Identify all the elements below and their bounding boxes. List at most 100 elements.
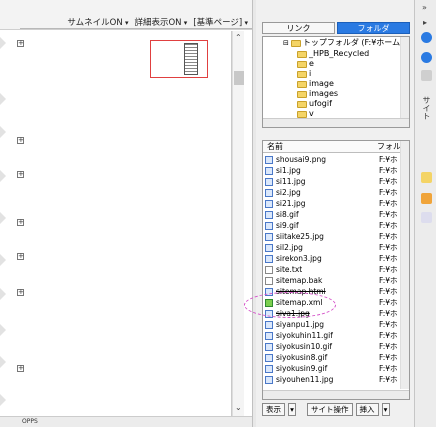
file-row[interactable]: shousai9.png F:¥ホ bbox=[265, 155, 399, 165]
expand-icon[interactable]: + bbox=[17, 137, 24, 144]
tree-item-label: ufogif bbox=[309, 99, 332, 108]
view-options-bar: サムネイルON 詳細表示ON [基準ページ] bbox=[20, 15, 252, 29]
help-icon[interactable] bbox=[421, 32, 432, 43]
row-marker bbox=[0, 394, 6, 406]
file-name: siyokusin8.gif bbox=[276, 353, 328, 362]
tree-item[interactable]: images bbox=[297, 89, 338, 99]
file-icon bbox=[265, 222, 273, 230]
view-button[interactable]: 表示 bbox=[262, 403, 285, 416]
insert-dropdown-button[interactable]: ▾ bbox=[381, 403, 390, 416]
scroll-down-icon[interactable]: ⌄ bbox=[235, 403, 242, 412]
expand-panel-icon[interactable]: » bbox=[422, 3, 427, 12]
file-folder: F:¥ホ bbox=[379, 320, 398, 329]
file-row[interactable]: si11.jpg F:¥ホ bbox=[265, 177, 399, 187]
tree-item[interactable]: _HPB_Recycled bbox=[297, 49, 369, 59]
file-name: siyokusin9.gif bbox=[276, 364, 328, 373]
page-icon[interactable] bbox=[421, 70, 432, 81]
column-name[interactable]: 名前 bbox=[267, 141, 283, 153]
insert-button[interactable]: 挿入 bbox=[355, 403, 379, 416]
file-row[interactable]: si8.gif F:¥ホ bbox=[265, 210, 399, 220]
globe-icon[interactable] bbox=[421, 52, 432, 63]
file-row[interactable]: sirekon3.jpg F:¥ホ bbox=[265, 254, 399, 264]
tree-hscrollbar[interactable] bbox=[263, 118, 409, 127]
row-marker bbox=[0, 170, 6, 182]
file-row[interactable]: si2.jpg F:¥ホ bbox=[265, 188, 399, 198]
expand-icon[interactable]: + bbox=[17, 289, 24, 296]
file-name: siyanpu1.jpg bbox=[276, 320, 325, 329]
file-folder: F:¥ホ bbox=[379, 364, 398, 373]
view-dropdown-button[interactable]: ▾ bbox=[288, 403, 296, 416]
tree-item-label: image bbox=[309, 79, 334, 88]
sitemap-view: + + + + + + + bbox=[0, 31, 232, 416]
tree-item[interactable]: e bbox=[297, 59, 314, 69]
file-icon bbox=[265, 343, 273, 351]
expand-icon[interactable]: + bbox=[17, 365, 24, 372]
file-row[interactable]: si1.jpg F:¥ホ bbox=[265, 166, 399, 176]
file-list-hscrollbar[interactable] bbox=[263, 390, 409, 399]
file-name: si9.gif bbox=[276, 221, 299, 230]
play-icon[interactable]: ▸ bbox=[423, 18, 427, 27]
row-marker bbox=[0, 126, 6, 138]
window-icon[interactable] bbox=[421, 212, 432, 223]
file-icon bbox=[265, 255, 273, 263]
base-page-dropdown[interactable]: [基準ページ] bbox=[193, 16, 248, 28]
file-row[interactable]: siitake25.jpg F:¥ホ bbox=[265, 232, 399, 242]
folder-icon[interactable] bbox=[421, 172, 432, 183]
site-ops-button[interactable]: サイト操作 bbox=[307, 403, 353, 416]
file-name: si11.jpg bbox=[276, 177, 306, 186]
file-row[interactable]: siyokusin9.gif F:¥ホ bbox=[265, 364, 399, 374]
file-folder: F:¥ホ bbox=[379, 199, 398, 208]
file-folder: F:¥ホ bbox=[379, 177, 398, 186]
file-folder: F:¥ホ bbox=[379, 254, 398, 263]
folder-icon bbox=[297, 90, 307, 98]
expand-icon[interactable]: + bbox=[17, 171, 24, 178]
file-name: sirekon3.jpg bbox=[276, 254, 322, 263]
expand-icon[interactable]: + bbox=[17, 219, 24, 226]
tree-root[interactable]: ⊟ トップフォルダ (F:¥ホームペ bbox=[283, 38, 408, 48]
file-icon bbox=[265, 266, 273, 274]
page-thumbnail[interactable] bbox=[150, 40, 208, 78]
file-row[interactable]: siyokusin8.gif F:¥ホ bbox=[265, 353, 399, 363]
edit-icon[interactable] bbox=[421, 193, 432, 204]
file-list-scrollbar[interactable] bbox=[400, 141, 409, 389]
file-row[interactable]: si9.gif F:¥ホ bbox=[265, 221, 399, 231]
file-row[interactable]: siyokusin10.gif F:¥ホ bbox=[265, 342, 399, 352]
file-row[interactable]: sil2.jpg F:¥ホ bbox=[265, 243, 399, 253]
tree-item[interactable]: ufogif bbox=[297, 99, 332, 109]
tab-link[interactable]: リンク bbox=[262, 22, 335, 34]
file-row[interactable]: si21.jpg F:¥ホ bbox=[265, 199, 399, 209]
column-folder[interactable]: フォル bbox=[377, 141, 401, 153]
row-marker bbox=[0, 288, 6, 300]
detail-toggle[interactable]: 詳細表示ON bbox=[134, 16, 187, 28]
file-folder: F:¥ホ bbox=[379, 265, 398, 274]
file-name: sil2.jpg bbox=[276, 243, 303, 252]
scroll-up-icon[interactable]: ⌃ bbox=[235, 33, 242, 42]
file-row[interactable]: siyouhen11.jpg F:¥ホ bbox=[265, 375, 399, 385]
site-panel-label: サイト bbox=[422, 96, 431, 120]
tree-item[interactable]: image bbox=[297, 79, 334, 89]
file-icon bbox=[265, 189, 273, 197]
tree-item[interactable]: i bbox=[297, 69, 311, 79]
file-name: shousai9.png bbox=[276, 155, 327, 164]
expand-icon[interactable]: + bbox=[17, 40, 24, 47]
tree-item-label: i bbox=[309, 69, 312, 78]
expand-icon[interactable]: + bbox=[17, 253, 24, 260]
file-row[interactable]: sitemap.bak F:¥ホ bbox=[265, 276, 399, 286]
folder-icon bbox=[297, 50, 307, 58]
editor-scrollbar[interactable]: ⌃ ⌄ bbox=[232, 31, 244, 416]
file-folder: F:¥ホ bbox=[379, 342, 398, 351]
file-list: 名前 フォル shousai9.png F:¥ホ si1.jpg F:¥ホ si11.j… bbox=[262, 140, 410, 400]
file-icon bbox=[265, 156, 273, 164]
file-row[interactable]: siyanpu1.jpg F:¥ホ bbox=[265, 320, 399, 330]
row-marker bbox=[0, 254, 6, 266]
collapse-icon[interactable]: ⊟ bbox=[283, 38, 289, 48]
file-folder: F:¥ホ bbox=[379, 188, 398, 197]
file-row[interactable]: siyokuhin11.gif F:¥ホ bbox=[265, 331, 399, 341]
scrollbar-thumb[interactable] bbox=[234, 71, 244, 85]
file-row[interactable]: site.txt F:¥ホ bbox=[265, 265, 399, 275]
tab-folder[interactable]: フォルダ bbox=[337, 22, 410, 34]
tree-scrollbar[interactable] bbox=[400, 37, 409, 119]
thumbnail-toggle[interactable]: サムネイルON bbox=[67, 16, 128, 28]
file-name: siyokuhin11.gif bbox=[276, 331, 333, 340]
file-folder: F:¥ホ bbox=[379, 353, 398, 362]
